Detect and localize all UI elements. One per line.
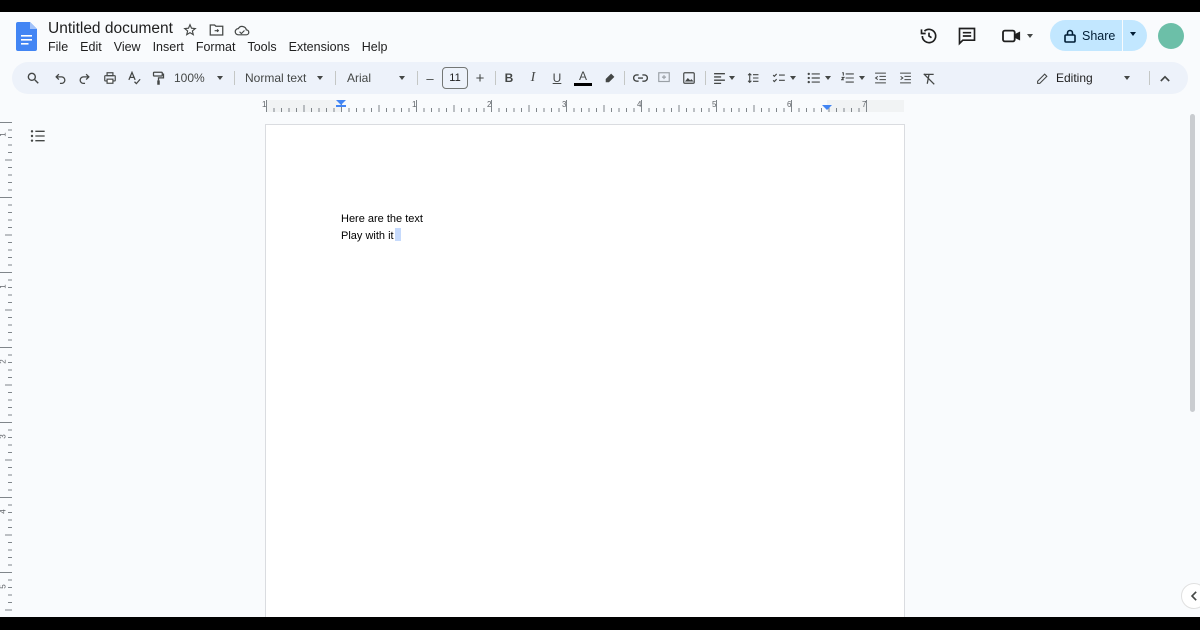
docs-window: Untitled document File Edit View Insert … (0, 12, 1200, 617)
editing-mode-dropdown-icon[interactable] (1122, 62, 1132, 94)
toolbar-divider (1149, 71, 1150, 85)
font-value: Arial (347, 71, 372, 85)
ruler-label: 7 (862, 100, 867, 109)
decrease-font-size-button[interactable]: – (422, 62, 438, 94)
ruler-label: 4 (0, 509, 8, 513)
increase-indent-icon[interactable] (895, 62, 915, 94)
clear-formatting-icon[interactable] (919, 62, 939, 94)
pencil-icon (1037, 72, 1048, 84)
paragraph-style-dropdown-icon[interactable] (315, 62, 325, 94)
ruler-label: 5 (712, 100, 717, 109)
text-color-swatch (574, 83, 592, 86)
toolbar-divider (417, 71, 418, 85)
cloud-saved-icon[interactable] (232, 21, 252, 39)
redo-icon[interactable] (73, 62, 95, 94)
vertical-ruler[interactable] (0, 122, 12, 617)
ruler-label: 1 (0, 132, 8, 136)
toolbar-divider (234, 71, 235, 85)
document-outline-icon[interactable] (30, 129, 46, 148)
menu-help[interactable]: Help (356, 40, 394, 54)
side-panel-toggle-button[interactable] (1181, 583, 1200, 609)
meet-icon[interactable] (1000, 25, 1034, 47)
avatar[interactable] (1158, 23, 1184, 49)
version-history-icon[interactable] (918, 25, 940, 47)
menu-format[interactable]: Format (190, 40, 242, 54)
toolbar-divider (495, 71, 496, 85)
zoom-dropdown-icon[interactable] (215, 62, 225, 94)
hide-menus-chevron-up-icon[interactable] (1156, 62, 1174, 94)
share-label: Share (1082, 28, 1116, 43)
ruler-label: 3 (0, 434, 8, 438)
toolbar-divider (335, 71, 336, 85)
ruler-label: 5 (0, 584, 8, 588)
chevron-left-icon (1190, 591, 1197, 601)
search-menus-icon[interactable] (22, 62, 44, 94)
document-title[interactable]: Untitled document (48, 20, 173, 38)
italic-button[interactable]: I (525, 62, 541, 94)
text-cursor-selection (394, 228, 401, 241)
undo-icon[interactable] (49, 62, 71, 94)
menu-extensions[interactable]: Extensions (283, 40, 356, 54)
toolbar: 100% Normal text Arial – 11 + B I U A Ed… (12, 62, 1188, 94)
text-color-button[interactable]: A (573, 62, 593, 94)
editing-mode-label: Editing (1056, 71, 1093, 85)
paragraph-style-value: Normal text (245, 71, 307, 85)
share-divider (1122, 20, 1123, 51)
insert-link-icon[interactable] (629, 62, 651, 94)
move-to-folder-icon[interactable] (206, 21, 226, 39)
align-left-icon[interactable] (710, 62, 738, 94)
insert-image-icon[interactable] (678, 62, 700, 94)
paint-format-icon[interactable] (147, 62, 169, 94)
ruler-label: 1 (262, 100, 267, 109)
ruler-label: 6 (787, 100, 792, 109)
body-text: Play with it (341, 230, 394, 242)
menu-tools[interactable]: Tools (241, 40, 282, 54)
toolbar-divider (705, 71, 706, 85)
add-comment-icon[interactable] (653, 62, 675, 94)
ruler-label: 1 (412, 100, 417, 109)
font-size-input[interactable]: 11 (442, 67, 468, 89)
horizontal-ruler[interactable] (266, 100, 904, 112)
ruler-label: 3 (562, 100, 567, 109)
body-text-line[interactable]: Here are the text (341, 213, 423, 225)
star-icon[interactable] (180, 21, 200, 39)
bulleted-list-icon[interactable] (804, 62, 834, 94)
bold-button[interactable]: B (501, 62, 517, 94)
increase-font-size-button[interactable]: + (472, 62, 488, 94)
body-text-line-selected[interactable]: Play with it (341, 228, 401, 242)
menu-bar: File Edit View Insert Format Tools Exten… (42, 40, 394, 54)
numbered-list-icon[interactable] (838, 62, 868, 94)
font-dropdown-icon[interactable] (397, 62, 407, 94)
share-dropdown-icon[interactable] (1130, 32, 1136, 36)
underline-button[interactable]: U (549, 62, 565, 94)
zoom-value: 100% (174, 71, 205, 85)
menu-view[interactable]: View (108, 40, 147, 54)
menu-file[interactable]: File (42, 40, 74, 54)
print-icon[interactable] (99, 62, 121, 94)
highlight-color-icon[interactable] (599, 62, 619, 94)
vertical-scrollbar[interactable] (1190, 114, 1195, 412)
ruler-label: 4 (637, 100, 642, 109)
menu-insert[interactable]: Insert (147, 40, 190, 54)
decrease-indent-icon[interactable] (870, 62, 890, 94)
ruler-label: 2 (487, 100, 492, 109)
menu-edit[interactable]: Edit (74, 40, 108, 54)
docs-logo-icon[interactable] (16, 22, 37, 51)
meet-dropdown-caret-icon (1027, 34, 1033, 38)
lock-icon (1064, 29, 1076, 43)
editing-mode-select[interactable]: Editing (1036, 62, 1126, 94)
ruler-label: 2 (0, 359, 8, 363)
document-page[interactable]: Here are the text Play with it (265, 124, 905, 617)
left-indent-marker-icon[interactable] (336, 105, 346, 107)
toolbar-divider (624, 71, 625, 85)
spellcheck-icon[interactable] (123, 62, 145, 94)
title-actions (180, 21, 252, 39)
line-spacing-icon[interactable] (743, 62, 763, 94)
checklist-icon[interactable] (769, 62, 799, 94)
comments-icon[interactable] (956, 25, 978, 47)
paragraph-style-select[interactable]: Normal text (245, 62, 325, 94)
share-button[interactable]: Share (1050, 20, 1147, 51)
ruler-label: 1 (0, 284, 8, 288)
text-color-label: A (578, 69, 587, 83)
